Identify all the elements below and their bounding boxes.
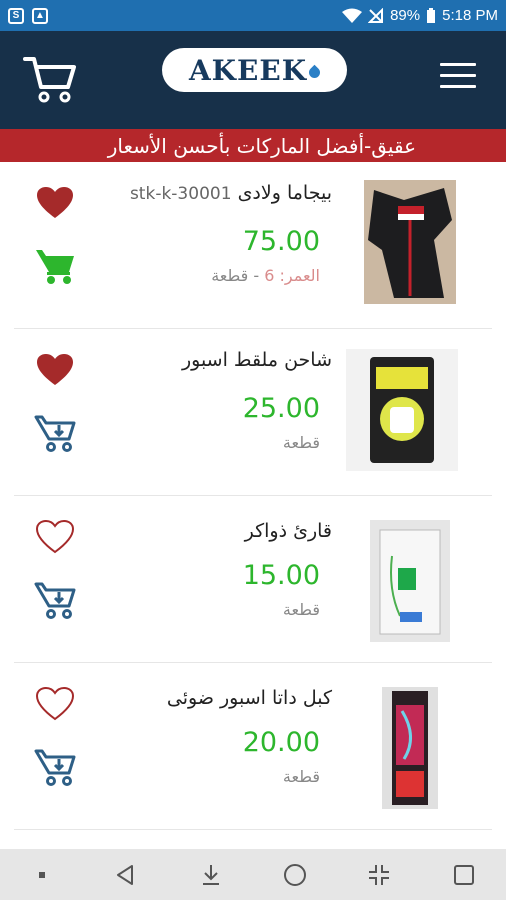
image-icon: ▲ [32,7,48,24]
product-name: بيجاما ولادى stk-k-30001 [130,182,332,204]
product-name: قارئ ذواكر [245,520,332,542]
brand-logo[interactable]: AKEEK [162,48,347,92]
cart-icon [23,57,76,103]
product-unit: قطعة [283,600,320,619]
unit-label: قطعة [282,433,320,452]
back-button[interactable] [112,861,140,889]
product-title: شاحن ملقط اسبور [181,349,332,371]
product-item[interactable]: قارئ ذواكر 15.00 قطعة [14,496,492,663]
download-icon [202,864,219,885]
favorite-outline-icon[interactable] [36,687,74,721]
unit-label: قطعة [282,767,320,786]
product-title: بيجاما ولادى [237,182,332,204]
product-item[interactable]: كبل داتا اسبور ضوئى 20.00 قطعة [14,663,492,830]
banner-text: عقيق-أفضل الماركات بأحسن الأسعار [107,133,416,158]
product-price: 25.00 [242,393,320,424]
battery-percent: 89% [390,7,421,24]
skype-icon: S [8,7,24,24]
unit-label: قطعة [211,266,249,285]
logo-text: AKEEK [188,53,308,87]
product-unit: قطعة [283,767,320,786]
drop-icon [306,64,323,80]
download-button[interactable] [197,861,225,889]
product-price: 20.00 [242,727,320,758]
collapse-button[interactable] [365,861,393,889]
product-item[interactable]: شاحن ملقط اسبور 25.00 قطعة [14,329,492,496]
hamburger-menu-icon [440,63,476,88]
cable-image [382,687,438,809]
product-code: stk-k-30001 [129,184,232,204]
hamburger-menu-button[interactable] [440,63,476,93]
product-image[interactable] [382,687,438,809]
product-name: كبل داتا اسبور ضوئى [167,687,332,709]
header-cart-button[interactable] [22,53,78,105]
cart-added-icon[interactable] [34,246,76,286]
battery-icon [427,7,436,23]
system-nav-bar [0,849,506,900]
product-price: 15.00 [242,560,320,591]
recents-icon [453,864,474,885]
status-bar: S ▲ 89% 5:18 PM [0,0,506,31]
product-item[interactable]: بيجاما ولادى stk-k-30001 75.00 العمر: 6 … [14,162,492,329]
favorite-outline-icon[interactable] [36,520,74,554]
add-to-cart-icon[interactable] [34,580,76,620]
product-price: 75.00 [242,226,320,257]
app-header: AKEEK [0,31,506,129]
no-signal-icon [368,7,384,23]
dot-icon [39,871,46,878]
card-reader-image [370,520,450,642]
home-button[interactable] [281,861,309,889]
product-age: العمر: 6 [264,266,320,285]
add-to-cart-icon[interactable] [34,413,76,453]
favorite-filled-icon[interactable] [36,186,74,220]
product-title: كبل داتا اسبور ضوئى [166,687,332,709]
clock: 5:18 PM [442,7,498,24]
collapse-icon [369,864,390,885]
recents-button[interactable] [450,861,478,889]
product-title: قارئ ذواكر [244,520,332,542]
dot-button[interactable] [28,861,56,889]
product-name: شاحن ملقط اسبور [182,349,332,371]
favorite-filled-icon[interactable] [36,353,74,387]
promo-banner: عقيق-أفضل الماركات بأحسن الأسعار [0,129,506,162]
product-unit: العمر: 6 - قطعة [211,266,320,285]
add-to-cart-icon[interactable] [34,747,76,787]
product-image[interactable] [346,349,458,471]
charger-image [346,349,458,471]
back-icon [117,864,134,885]
product-image[interactable] [370,520,450,642]
product-unit: قطعة [283,433,320,452]
home-icon [284,863,307,886]
product-list: بيجاما ولادى stk-k-30001 75.00 العمر: 6 … [0,162,506,830]
wifi-icon [342,8,363,23]
unit-label: قطعة [282,600,320,619]
pajama-image [364,180,456,304]
product-image[interactable] [364,180,456,304]
